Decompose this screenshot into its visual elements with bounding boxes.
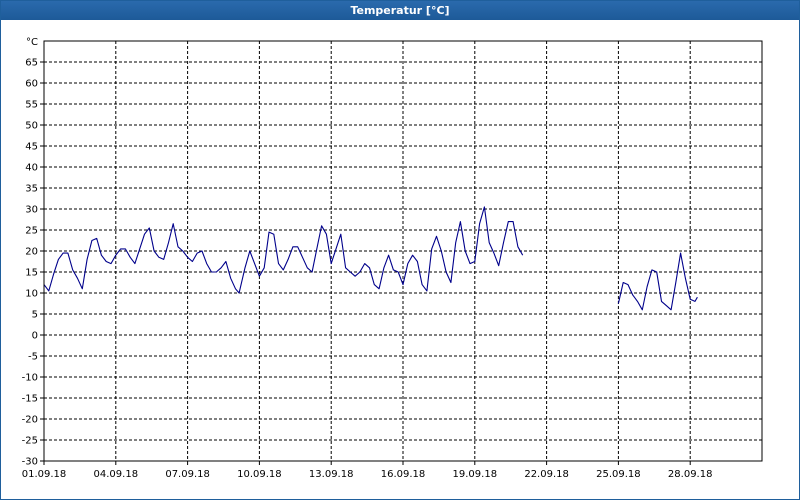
x-tick-label: 13.09.18: [309, 469, 354, 480]
y-tick-label: 30: [25, 205, 38, 216]
y-tick-label: 45: [25, 142, 38, 153]
y-tick-label: 55: [25, 100, 38, 111]
y-tick-label: 15: [25, 268, 38, 279]
y-tick-label: 0: [32, 331, 38, 342]
x-tick-label: 01.09.18: [22, 469, 67, 480]
y-tick-label: 5: [32, 310, 38, 321]
x-tick-label: 07.09.18: [165, 469, 210, 480]
temperature-series-line: [617, 252, 698, 311]
y-tick-label: -15: [22, 394, 38, 405]
y-tick-label: 60: [25, 79, 38, 90]
y-tick-label: 65: [25, 58, 38, 69]
temperature-series-line: [43, 206, 524, 294]
chart-window: Temperatur [°C] 65 60 55 50 45 40 35 30 25 20 15 10…: [0, 0, 800, 500]
x-tick-label: 25.09.18: [596, 469, 641, 480]
series-layer: [43, 206, 698, 311]
x-axis: 01.09.18 04.09.18 07.09.18 10.09.18 13.09.18…: [22, 461, 713, 480]
chart-grid: [44, 41, 762, 461]
y-tick-label: 10: [25, 289, 38, 300]
x-tick-label: 04.09.18: [94, 469, 139, 480]
y-tick-label: -5: [28, 352, 38, 363]
temperature-chart: 65605550454035302520151050-5-10-15-20-25…: [22, 37, 763, 480]
y-tick-label: 25: [25, 226, 38, 237]
y-axis-unit: °C: [26, 37, 38, 48]
y-tick-label: -10: [22, 373, 38, 384]
y-tick-label: 35: [25, 184, 38, 195]
x-tick-label: 16.09.18: [381, 469, 426, 480]
x-tick-label: 10.09.18: [237, 469, 282, 480]
window-title: Temperatur [°C]: [1, 1, 799, 20]
x-tick-label: 28.09.18: [668, 469, 713, 480]
x-tick-label: 22.09.18: [524, 469, 569, 480]
y-tick-label: 40: [25, 163, 38, 174]
y-tick-label: -20: [22, 415, 38, 426]
y-axis: 65605550454035302520151050-5-10-15-20-25…: [22, 37, 44, 468]
y-tick-label: 20: [25, 247, 38, 258]
y-tick-label: 50: [25, 121, 38, 132]
x-tick-label: 19.09.18: [453, 469, 498, 480]
y-tick-label: -25: [22, 436, 38, 447]
y-tick-label: -30: [22, 457, 38, 468]
